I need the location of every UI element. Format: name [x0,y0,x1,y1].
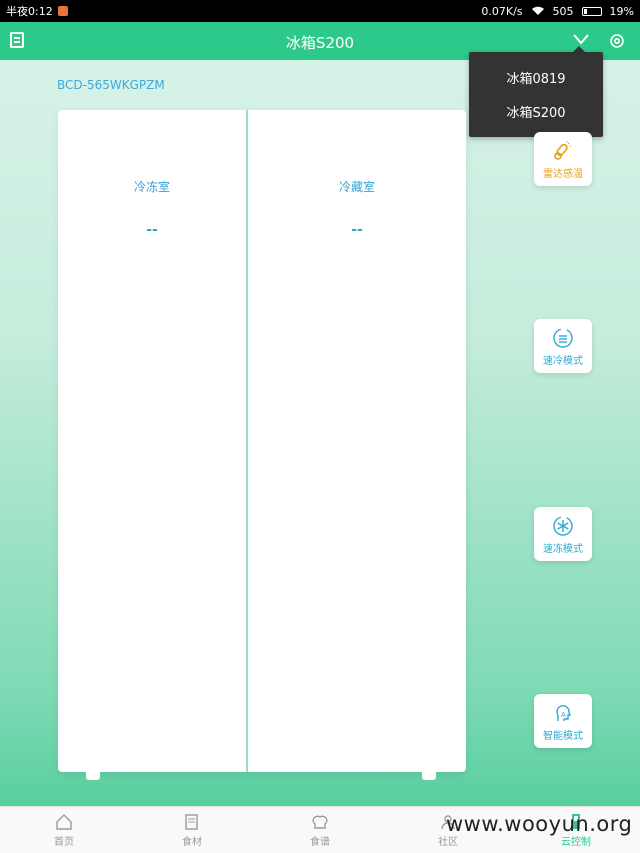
radar-temp-button[interactable]: 雷达感温 [534,132,592,186]
battery-percent: 19% [609,4,634,18]
chevron-down-icon[interactable] [572,32,590,46]
compartment-temp: -- [351,222,363,238]
device-option[interactable]: 冰箱S200 [469,94,603,128]
status-bar: 半夜0:12 0.07K/s 505 19% [0,0,640,22]
fridge-panel: 冷冻室 -- 冷藏室 -- [58,110,466,772]
app-screen: 冰箱S200 冰箱0819 冰箱S200 BCD-565WKGPZM 冷冻室 -… [0,22,640,806]
battery-icon [581,6,602,16]
tab-label: 首页 [54,837,74,848]
compartment-temp: -- [146,222,158,238]
snowflake-icon [553,516,573,536]
mode-label: 速冷模式 [543,356,583,367]
smart-head-icon: A [556,705,571,721]
tab-label: 食谱 [310,837,330,848]
page-title: 冰箱S200 [285,34,355,52]
fast-freeze-button[interactable]: 速冻模式 [534,507,592,561]
fast-cool-icon [553,328,573,348]
mode-label: 智能模式 [543,731,583,742]
mode-label: 速冻模式 [543,544,583,555]
wifi-icon [531,6,544,15]
dropdown-arrow [573,46,585,52]
home-icon [56,814,72,830]
device-dropdown: 冰箱0819 冰箱S200 [469,46,603,137]
refrigerator-compartment[interactable]: 冷藏室 -- [248,110,466,772]
fridge-foot-left [86,772,100,780]
chef-hat-icon [312,815,328,829]
network-speed: 0.07K/s [481,4,523,18]
watermark: www.wooyun.org [446,812,633,836]
status-time: 半夜0:12 [6,5,53,18]
tab-home[interactable]: 首页 [24,813,104,848]
fast-cool-button[interactable]: 速冷模式 [534,319,592,373]
tab-ingredients[interactable]: 食材 [152,813,232,848]
model-number: BCD-565WKGPZM [57,78,165,92]
signal-text: 505 [552,4,574,18]
mode-label: 雷达感温 [543,169,583,180]
notification-icon [57,6,68,16]
gear-icon[interactable] [608,32,626,50]
freezer-compartment[interactable]: 冷冻室 -- [58,110,246,772]
svg-text:A: A [561,712,566,719]
thermometer-icon [554,141,571,160]
tab-recipes[interactable]: 食谱 [280,813,360,848]
tab-label: 食材 [182,837,202,848]
smart-mode-button[interactable]: A 智能模式 [534,694,592,748]
compartment-label: 冷冻室 [133,180,170,194]
compartment-label: 冷藏室 [338,180,375,194]
fridge-foot-right [422,772,436,780]
device-option[interactable]: 冰箱0819 [469,60,603,94]
ingredients-icon [185,814,198,830]
